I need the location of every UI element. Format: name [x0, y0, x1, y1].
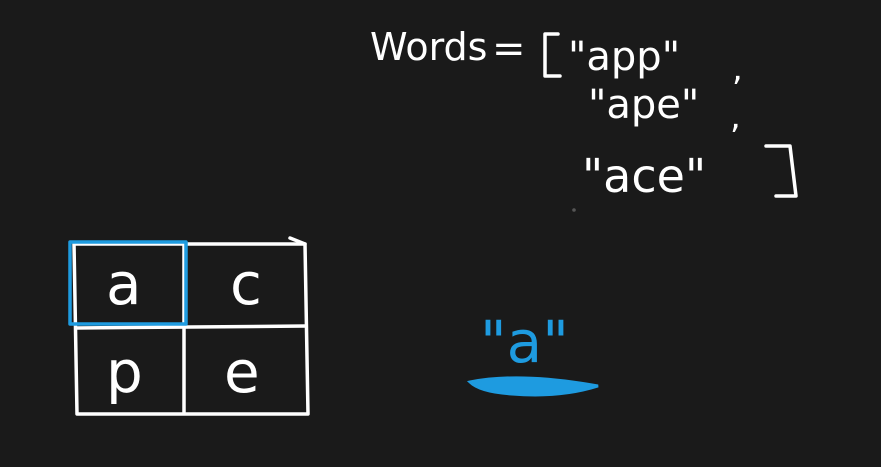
word-item-ape: "ape": [588, 82, 699, 128]
whiteboard-canvas: Words = "app" , "ape" , "ace" a c p e "a…: [0, 0, 881, 467]
words-list: Words = "app" , "ape" , "ace": [370, 25, 798, 203]
board-horizontal-divider: [74, 324, 308, 330]
prefix-underline-scribble: [466, 376, 599, 397]
open-bracket: [543, 32, 562, 78]
word-item-app: "app": [568, 34, 680, 80]
whiteboard-drawing: Words = "app" , "ape" , "ace" a c p e "a…: [68, 25, 798, 416]
stray-dot: [572, 208, 576, 212]
word-separator-2: ,: [730, 97, 741, 137]
board-cell-r0c0: a: [106, 250, 142, 318]
board-cell-r0c1: c: [230, 250, 262, 318]
board-cell-r1c0: p: [106, 338, 143, 406]
word-separator-1: ,: [732, 49, 743, 89]
word-item-ace: "ace": [582, 149, 706, 203]
words-label: Words: [370, 25, 487, 69]
board-cell-r1c1: e: [224, 338, 260, 406]
equals-sign: =: [492, 26, 526, 72]
letter-board: a c p e: [68, 236, 310, 416]
prefix-text: "a": [480, 308, 569, 376]
current-prefix: "a": [466, 308, 599, 397]
close-bracket: [764, 144, 798, 198]
